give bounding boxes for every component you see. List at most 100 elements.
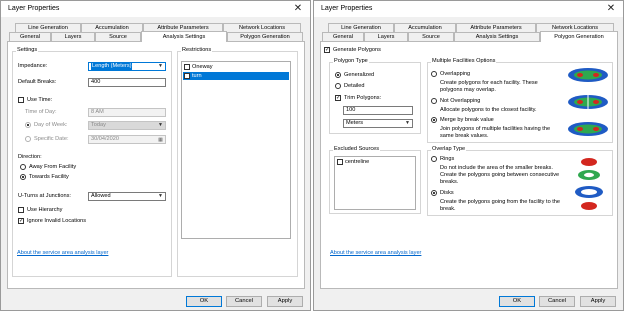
tab-line-generation[interactable]: Line Generation [15, 23, 81, 32]
ok-button[interactable]: OK [186, 296, 222, 307]
apply-button[interactable]: Apply [580, 296, 616, 307]
chevron-down-icon: ▼ [158, 63, 163, 69]
day-of-week-label: Day of Week: [34, 122, 68, 128]
tab-line-generation[interactable]: Line Generation [328, 23, 394, 32]
tab-polygon-generation[interactable]: Polygon Generation [227, 32, 303, 41]
tab-attribute-parameters[interactable]: Attribute Parameters [456, 23, 536, 32]
restriction-checkbox[interactable] [184, 73, 190, 79]
disks-label: Disks [440, 190, 454, 196]
tab-accumulation[interactable]: Accumulation [394, 23, 456, 32]
use-time-checkbox[interactable] [18, 97, 24, 103]
tab-general[interactable]: General [322, 32, 364, 41]
tab-general[interactable]: General [9, 32, 51, 41]
use-time-label: Use Time: [27, 97, 53, 103]
use-hierarchy-checkbox[interactable] [18, 207, 24, 213]
apply-button[interactable]: Apply [267, 296, 303, 307]
ignore-invalid-checkbox[interactable] [18, 218, 24, 224]
tab-accumulation[interactable]: Accumulation [81, 23, 143, 32]
chevron-down-icon: ▼ [158, 122, 163, 128]
tab-layers[interactable]: Layers [364, 32, 408, 41]
tab-source[interactable]: Source [95, 32, 141, 41]
tab-source[interactable]: Source [408, 32, 454, 41]
merge-by-break-radio[interactable] [431, 117, 437, 123]
about-service-area-link[interactable]: About the service area analysis layer [330, 250, 421, 256]
restrictions-group-title: Restrictions [181, 47, 213, 53]
disks-desc: Create the polygons going from the facil… [440, 199, 561, 212]
settings-group-title: Settings [16, 47, 39, 53]
not-overlapping-radio[interactable] [431, 98, 437, 104]
uturns-value: Allowed [91, 193, 111, 199]
tab-network-locations[interactable]: Network Locations [223, 23, 301, 32]
rings-desc: Do not include the area of the smaller b… [440, 165, 560, 185]
chevron-down-icon: ▼ [158, 193, 163, 199]
impedance-value: Length (Meters) [91, 63, 133, 70]
about-service-area-link[interactable]: About the service area analysis layer [17, 250, 108, 256]
dialog-title: Layer Properties [321, 5, 373, 12]
title-bar: Layer Properties ✕ [314, 1, 623, 17]
diagram-inner-disk [581, 202, 597, 210]
restriction-checkbox[interactable] [184, 64, 190, 70]
not-overlapping-label: Not Overlapping [440, 98, 481, 104]
chevron-down-icon: ▼ [405, 120, 410, 126]
generalized-label: Generalized [344, 72, 375, 78]
diagram-inner-ring [593, 73, 599, 77]
detailed-radio[interactable] [335, 83, 341, 89]
ignore-invalid-label: Ignore Invalid Locations [27, 218, 87, 224]
day-of-week-value: Today [91, 122, 106, 128]
trim-units-select[interactable]: Meters ▼ [343, 119, 413, 128]
ok-button[interactable]: OK [499, 296, 535, 307]
restrictions-list[interactable]: Oneway turn [181, 61, 291, 239]
impedance-label: Impedance: [18, 63, 48, 69]
specific-date-value: 30/04/2020 [91, 136, 119, 142]
default-breaks-label: Default Breaks: [18, 79, 57, 85]
overlapping-diagram [568, 68, 608, 82]
time-of-day-input[interactable]: 8 AM [88, 108, 166, 117]
specific-date-input[interactable]: 30/04/2020 ▦ [88, 135, 166, 144]
cancel-button[interactable]: Cancel [226, 296, 262, 307]
close-icon[interactable]: ✕ [602, 2, 620, 15]
excluded-sources-title: Excluded Sources [333, 146, 381, 152]
merge-by-break-label: Merge by break value [440, 117, 494, 123]
generate-polygons-checkbox[interactable] [324, 47, 330, 53]
impedance-select[interactable]: Length (Meters) ▼ [88, 62, 166, 71]
diagram-disk-hole [584, 172, 594, 178]
trim-polygons-checkbox[interactable] [335, 95, 341, 101]
trim-value-input[interactable]: 100 [343, 106, 413, 115]
day-of-week-select[interactable]: Today ▼ [88, 121, 166, 130]
list-item[interactable]: centreline [336, 158, 414, 166]
multiple-facilities-title: Multiple Facilities Options [431, 58, 497, 64]
uturns-select[interactable]: Allowed ▼ [88, 192, 166, 201]
away-from-facility-radio[interactable] [20, 164, 26, 170]
tab-analysis-settings[interactable]: Analysis Settings [454, 32, 540, 41]
not-overlapping-diagram [568, 94, 608, 110]
list-item[interactable]: Oneway [183, 63, 289, 71]
title-bar: Layer Properties ✕ [1, 1, 310, 17]
rings-radio[interactable] [431, 156, 437, 162]
tab-polygon-generation[interactable]: Polygon Generation [540, 31, 618, 42]
excluded-sources-list[interactable]: centreline [334, 156, 416, 210]
specific-date-radio[interactable] [25, 136, 31, 142]
towards-facility-radio[interactable] [20, 174, 26, 180]
layer-properties-dialog-left: Layer Properties ✕ Line Generation Accum… [0, 0, 311, 311]
merge-by-break-desc: Join polygons of multiple facilities hav… [440, 126, 551, 139]
default-breaks-input[interactable]: 400 [88, 78, 166, 87]
polygon-type-title: Polygon Type [333, 58, 369, 64]
list-item[interactable]: turn [183, 72, 289, 80]
not-overlapping-desc: Allocate polygons to the closest facilit… [440, 107, 537, 113]
disks-radio[interactable] [431, 190, 437, 196]
overlapping-label: Overlapping [440, 71, 471, 77]
generalized-radio[interactable] [335, 72, 341, 78]
close-icon[interactable]: ✕ [289, 2, 307, 15]
overlapping-radio[interactable] [431, 71, 437, 77]
day-of-week-radio[interactable] [25, 122, 31, 128]
tab-layers[interactable]: Layers [51, 32, 95, 41]
time-of-day-label: Time of Day: [25, 109, 57, 115]
calendar-icon[interactable]: ▦ [157, 137, 164, 143]
dialog-title: Layer Properties [8, 5, 60, 12]
direction-label: Direction: [18, 154, 42, 160]
overlapping-desc: Create polygons for each facility. These… [440, 80, 538, 93]
cancel-button[interactable]: Cancel [539, 296, 575, 307]
diagram-inner-ring [577, 100, 583, 104]
tab-analysis-settings[interactable]: Analysis Settings [141, 31, 227, 42]
source-checkbox[interactable] [337, 159, 343, 165]
